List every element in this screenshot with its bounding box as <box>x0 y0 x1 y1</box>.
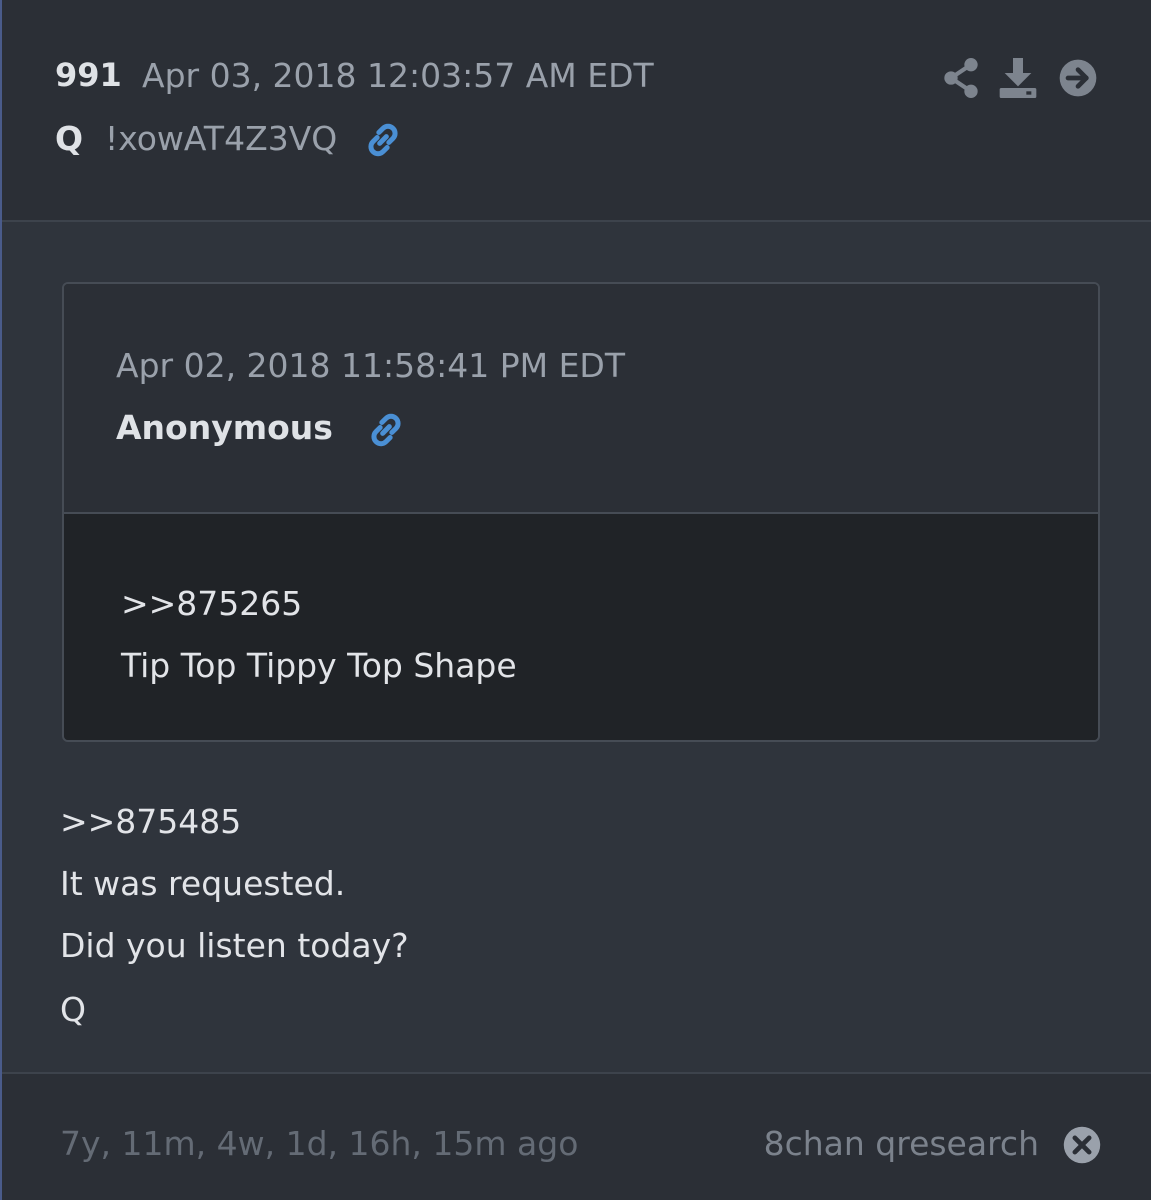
arrow-right-circle-icon[interactable] <box>1058 56 1098 100</box>
message-signature: Q <box>60 990 86 1029</box>
link-icon[interactable] <box>366 410 406 450</box>
quoted-post-reply-link[interactable]: >>875265 <box>121 584 302 623</box>
source-label: 8chan qresearch <box>763 1124 1039 1163</box>
post-number[interactable]: 991 <box>55 56 122 94</box>
close-circle-icon[interactable] <box>1063 1126 1101 1164</box>
quoted-post-text: Tip Top Tippy Top Shape <box>121 646 517 685</box>
author-tripcode: !xowAT4Z3VQ <box>105 119 338 158</box>
share-icon[interactable] <box>941 56 981 100</box>
post-header: 991 Apr 03, 2018 12:03:57 AM EDT Q !xowA… <box>2 0 1151 222</box>
quoted-post-author: Anonymous <box>116 408 333 447</box>
quoted-post-date: Apr 02, 2018 11:58:41 PM EDT <box>116 346 626 385</box>
quoted-post-header: Apr 02, 2018 11:58:41 PM EDT Anonymous <box>64 284 1098 514</box>
post-body: Apr 02, 2018 11:58:41 PM EDT Anonymous >… <box>2 222 1151 1072</box>
message-line: It was requested. <box>60 864 346 903</box>
message-line: Did you listen today? <box>60 926 409 965</box>
link-icon[interactable] <box>363 120 403 160</box>
post-footer: 7y, 11m, 4w, 1d, 16h, 15m ago 8chan qres… <box>2 1072 1151 1200</box>
quoted-post-message: >>875265 Tip Top Tippy Top Shape <box>64 514 1098 740</box>
post-date: Apr 03, 2018 12:03:57 AM EDT <box>142 56 654 95</box>
author-name: Q <box>55 119 84 158</box>
post-card: 991 Apr 03, 2018 12:03:57 AM EDT Q !xowA… <box>0 0 1151 1200</box>
relative-time: 7y, 11m, 4w, 1d, 16h, 15m ago <box>60 1124 579 1163</box>
download-icon[interactable] <box>998 56 1038 100</box>
quoted-post: Apr 02, 2018 11:58:41 PM EDT Anonymous >… <box>62 282 1100 742</box>
message-reply-link[interactable]: >>875485 <box>60 802 241 841</box>
